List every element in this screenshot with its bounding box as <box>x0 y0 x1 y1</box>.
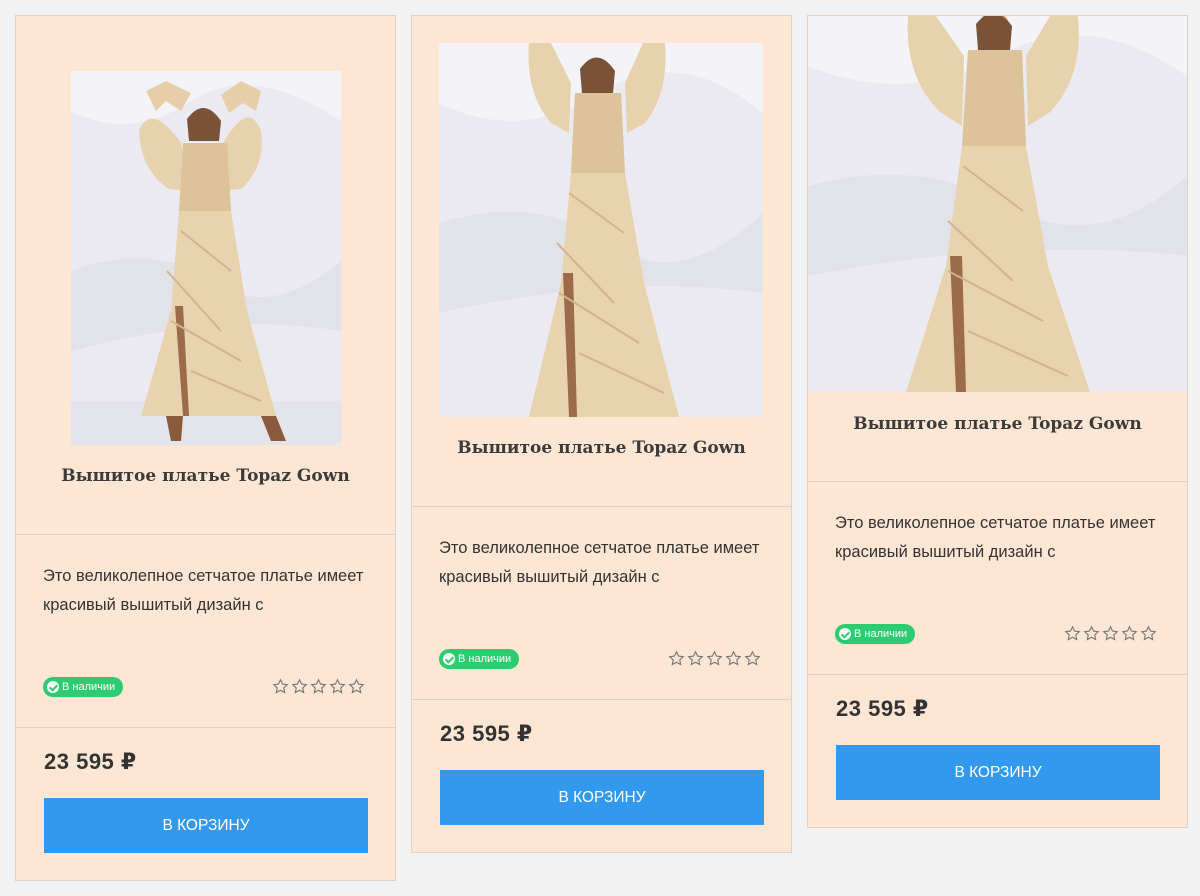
divider <box>808 674 1187 675</box>
star-empty-icon[interactable] <box>668 650 685 667</box>
star-rating[interactable] <box>668 650 761 667</box>
product-card: Вышитое платье Topaz Gown Это великолепн… <box>807 15 1188 828</box>
product-price: 23 595 ₽ <box>44 749 137 774</box>
star-empty-icon[interactable] <box>348 678 365 695</box>
star-rating[interactable] <box>1064 625 1157 642</box>
star-rating[interactable] <box>272 678 365 695</box>
add-to-cart-button[interactable]: В корзину <box>440 770 764 825</box>
product-card: Вышитое платье Topaz Gown Это великолепн… <box>15 15 396 881</box>
stock-status-label: В наличии <box>62 681 116 693</box>
divider <box>808 481 1187 482</box>
check-circle-icon <box>443 653 455 665</box>
product-description: Это великолепное сетчатое платье имеет к… <box>439 539 760 586</box>
star-empty-icon[interactable] <box>687 650 704 667</box>
product-card: Вышитое платье Topaz Gown Это великолепн… <box>411 15 792 853</box>
divider <box>412 506 791 507</box>
stock-status-label: В наличии <box>854 628 908 640</box>
stock-status-badge: В наличии <box>439 649 520 669</box>
star-empty-icon[interactable] <box>1083 625 1100 642</box>
product-price: 23 595 ₽ <box>836 696 929 721</box>
star-empty-icon[interactable] <box>744 650 761 667</box>
product-image[interactable] <box>808 16 1187 392</box>
divider <box>412 699 791 700</box>
product-title[interactable]: Вышитое платье Topaz Gown <box>16 466 395 486</box>
product-description: Это великолепное сетчатое платье имеет к… <box>835 514 1156 561</box>
add-to-cart-button[interactable]: В корзину <box>836 745 1160 800</box>
check-circle-icon <box>47 681 59 693</box>
product-title[interactable]: Вышитое платье Topaz Gown <box>808 414 1187 434</box>
product-image[interactable] <box>71 71 341 445</box>
product-price: 23 595 ₽ <box>440 721 533 746</box>
product-title[interactable]: Вышитое платье Topaz Gown <box>412 438 791 458</box>
add-to-cart-button[interactable]: В корзину <box>44 798 368 853</box>
star-empty-icon[interactable] <box>706 650 723 667</box>
product-description: Это великолепное сетчатое платье имеет к… <box>43 567 364 614</box>
star-empty-icon[interactable] <box>1102 625 1119 642</box>
divider <box>16 534 395 535</box>
stock-status-badge: В наличии <box>835 624 916 644</box>
star-empty-icon[interactable] <box>1140 625 1157 642</box>
divider <box>16 727 395 728</box>
star-empty-icon[interactable] <box>1121 625 1138 642</box>
dress-photo-icon <box>71 71 341 445</box>
dress-photo-icon <box>439 43 763 417</box>
star-empty-icon[interactable] <box>725 650 742 667</box>
check-circle-icon <box>839 628 851 640</box>
stock-status-badge: В наличии <box>43 677 124 697</box>
star-empty-icon[interactable] <box>329 678 346 695</box>
stock-status-label: В наличии <box>458 653 512 665</box>
star-empty-icon[interactable] <box>272 678 289 695</box>
product-image[interactable] <box>439 43 763 417</box>
dress-photo-icon <box>808 16 1187 392</box>
star-empty-icon[interactable] <box>1064 625 1081 642</box>
star-empty-icon[interactable] <box>291 678 308 695</box>
star-empty-icon[interactable] <box>310 678 327 695</box>
